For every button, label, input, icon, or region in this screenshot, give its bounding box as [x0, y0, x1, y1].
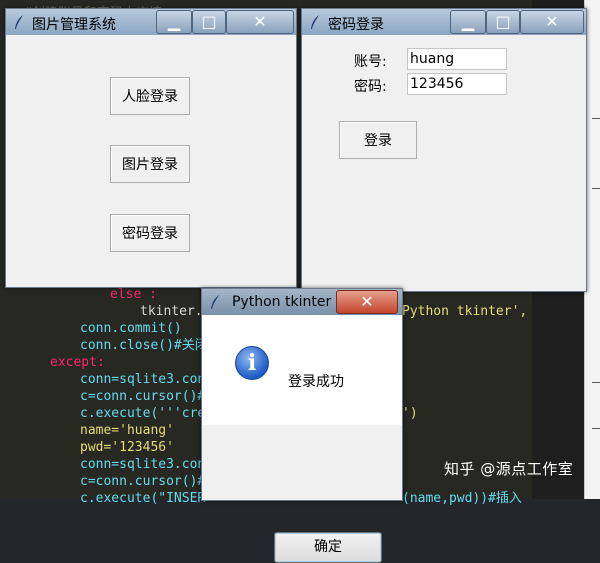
maximize-button[interactable]: □: [486, 10, 520, 34]
minimize-button[interactable]: ▁: [156, 10, 192, 34]
code-line: conn.close()#关闭: [80, 338, 208, 353]
code-line: except:: [50, 355, 105, 370]
close-button[interactable]: ✕: [226, 10, 294, 34]
password-label: 密码:: [354, 79, 387, 95]
code-line: '): [402, 406, 418, 421]
image-login-button[interactable]: 图片登录: [110, 145, 190, 183]
code-line: c=conn.cursor()#: [80, 474, 206, 489]
code-line: name='huang': [80, 423, 174, 438]
message-box-titlebar[interactable]: Python tkinter ✕: [202, 289, 402, 315]
watermark: 知乎 @源点工作室: [444, 460, 574, 478]
tk-feather-icon: [15, 15, 23, 29]
maximize-button[interactable]: □: [192, 10, 226, 34]
info-icon: i: [235, 346, 269, 380]
password-login-button[interactable]: 密码登录: [110, 214, 190, 252]
code-line: c.execute('''cre: [80, 406, 206, 421]
main-window-title: 图片管理系统: [32, 17, 116, 33]
side-tick: [592, 428, 600, 429]
main-window: 图片管理系统 ▁ □ ✕ 人脸登录 图片登录 密码登录: [5, 8, 297, 288]
message-box-title: Python tkinter: [232, 294, 332, 310]
minimize-button[interactable]: ▁: [450, 10, 486, 34]
tk-feather-icon: [211, 295, 219, 309]
account-input[interactable]: huang: [407, 48, 507, 70]
main-window-titlebar[interactable]: 图片管理系统 ▁ □ ✕: [6, 9, 296, 35]
side-tick: [592, 188, 600, 189]
code-line: pwd='123456': [80, 440, 174, 455]
tk-feather-icon: [311, 15, 319, 29]
side-tick: [592, 118, 600, 119]
close-button[interactable]: ✕: [520, 10, 584, 34]
code-line: c=conn.cursor()#: [80, 389, 206, 404]
message-body: [202, 315, 402, 425]
face-login-button[interactable]: 人脸登录: [110, 77, 190, 115]
side-tick: [592, 382, 600, 383]
login-window-titlebar[interactable]: 密码登录 ▁ □ ✕: [302, 9, 586, 35]
code-line: else :: [110, 287, 157, 302]
code-line: tkinter.: [140, 304, 203, 319]
password-input[interactable]: 123456: [407, 73, 507, 95]
code-line: conn.commit(): [80, 321, 182, 336]
code-line: Python tkinter',: [402, 304, 528, 319]
login-window-title: 密码登录: [328, 17, 384, 33]
code-line: conn=sqlite3.con: [80, 372, 206, 387]
ok-button[interactable]: 确定: [274, 532, 382, 563]
message-box: Python tkinter ✕ i 登录成功 确定: [201, 288, 403, 563]
account-label: 账号:: [354, 54, 387, 70]
close-button[interactable]: ✕: [336, 290, 398, 314]
login-button[interactable]: 登录: [339, 121, 417, 159]
login-window: 密码登录 ▁ □ ✕ 账号: huang 密码: 123456 登录: [301, 8, 587, 292]
code-line: conn=sqlite3.con: [80, 457, 206, 472]
message-text: 登录成功: [288, 374, 344, 390]
